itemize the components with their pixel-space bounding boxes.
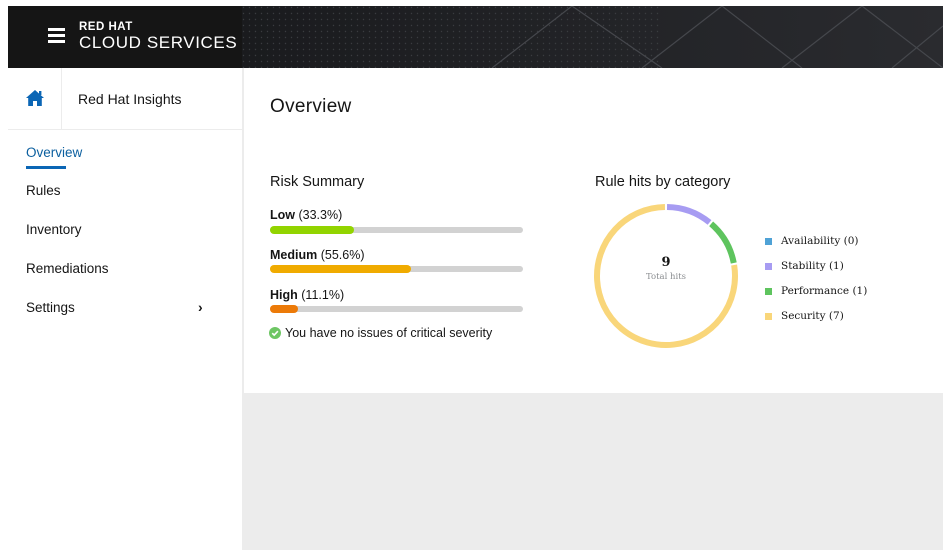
critical-status: You have no issues of critical severity <box>269 326 492 340</box>
header-background-pattern <box>242 6 943 68</box>
risk-level-high[interactable]: High (11.1%) <box>270 288 344 302</box>
risk-level-name: Medium <box>270 248 318 262</box>
legend-swatch <box>765 238 772 245</box>
legend-label: Performance (1) <box>781 285 868 297</box>
rule-hits-title: Rule hits by category <box>595 174 731 190</box>
active-nav-indicator <box>26 166 66 169</box>
risk-level-low[interactable]: Low (33.3%) <box>270 208 342 222</box>
legend-swatch <box>765 288 772 295</box>
risk-level-name: High <box>270 288 298 302</box>
legend-swatch <box>765 313 772 320</box>
risk-bar-low <box>270 226 523 234</box>
donut-total-label: Total hits <box>646 272 686 282</box>
hamburger-menu-icon[interactable] <box>48 28 65 43</box>
risk-level-name: Low <box>270 208 295 222</box>
sidebar-item-remediations[interactable]: Remediations <box>26 261 109 276</box>
check-circle-icon <box>269 327 281 339</box>
brand-area: RED HAT CLOUD SERVICES <box>8 6 242 68</box>
risk-level-medium[interactable]: Medium (55.6%) <box>270 248 365 262</box>
risk-bar-medium <box>270 265 523 273</box>
legend-label: Stability (1) <box>781 260 844 272</box>
risk-level-pct: (11.1%) <box>301 288 345 302</box>
risk-level-pct: (55.6%) <box>320 248 365 262</box>
risk-level-pct: (33.3%) <box>298 208 343 222</box>
sidebar-item-rules[interactable]: Rules <box>26 183 61 198</box>
legend-label: Security (7) <box>781 310 844 322</box>
risk-summary-title: Risk Summary <box>270 174 365 190</box>
legend-label: Availability (0) <box>781 235 859 247</box>
page-title: Overview <box>270 96 352 117</box>
donut-total: 9 <box>661 255 670 270</box>
legend-swatch <box>765 263 772 270</box>
sidebar-item-settings[interactable]: Settings <box>26 300 75 315</box>
donut-slice-performance[interactable] <box>709 221 737 264</box>
brand-logo-top: RED HAT <box>79 21 133 33</box>
sidebar-header: Red Hat Insights <box>8 68 242 130</box>
home-icon <box>26 90 44 106</box>
masthead: RED HAT CLOUD SERVICES <box>8 6 943 68</box>
chevron-right-icon[interactable]: › <box>198 299 203 315</box>
risk-bar-high <box>270 305 523 313</box>
sidebar-item-overview[interactable]: Overview <box>26 145 82 160</box>
rule-hits-donut-chart: 9 Total hits <box>594 204 738 348</box>
donut-slice-stability[interactable] <box>666 204 712 225</box>
risk-bar-fill-high <box>270 305 299 313</box>
brand-logo-bottom: CLOUD SERVICES <box>79 33 238 52</box>
risk-bar-fill-low <box>270 226 355 234</box>
app-name: Red Hat Insights <box>78 91 182 107</box>
sidebar-item-inventory[interactable]: Inventory <box>26 222 82 237</box>
home-button[interactable] <box>8 68 62 130</box>
risk-bar-fill-medium <box>270 265 411 273</box>
critical-status-text: You have no issues of critical severity <box>285 326 493 340</box>
